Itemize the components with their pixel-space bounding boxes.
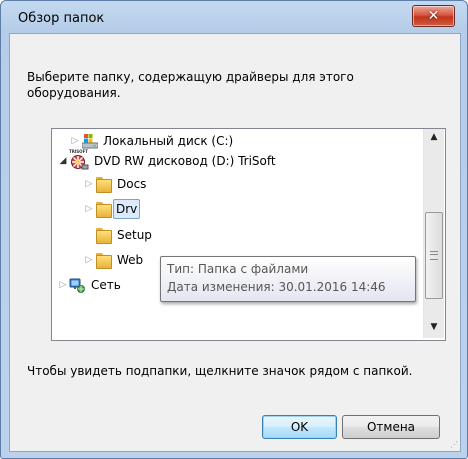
tree-item-label-selected[interactable]: Drv	[113, 199, 141, 219]
collapsed-expander-icon[interactable]: ▷	[84, 174, 94, 194]
dialog-title: Обзор папок	[18, 11, 105, 26]
cancel-button[interactable]: Отмена	[342, 415, 440, 439]
folder-tree[interactable]: ▷ Локальный диск (C:) ◢ TRISOFT DVD RW д…	[51, 128, 446, 341]
hard-drive-icon	[81, 133, 99, 149]
scroll-up-arrow-icon[interactable]: ▲	[424, 129, 444, 146]
tree-item-label[interactable]: Setup	[115, 225, 154, 245]
collapsed-expander-icon[interactable]: ▷	[84, 250, 94, 270]
tree-item-label[interactable]: Локальный диск (C:)	[101, 131, 235, 151]
tooltip-type: Тип: Папка с файлами	[167, 262, 309, 276]
tree-item-label[interactable]: Web	[115, 250, 145, 270]
folder-tooltip: Тип: Папка с файлами Дата изменения: 30.…	[160, 256, 416, 302]
scrollbar-thumb[interactable]	[425, 212, 443, 299]
grip-icon	[430, 251, 438, 260]
collapsed-expander-icon[interactable]: ▷	[70, 131, 80, 151]
folder-icon	[96, 201, 112, 217]
ok-button[interactable]: OK	[262, 415, 337, 439]
expanded-expander-icon[interactable]: ◢	[58, 151, 68, 171]
tree-item-label[interactable]: Docs	[115, 174, 148, 194]
tooltip-modified-date: Дата изменения: 30.01.2016 14:46	[167, 280, 386, 294]
title-bar[interactable]: Обзор папок ✕	[1, 1, 467, 33]
close-button[interactable]: ✕	[412, 5, 455, 27]
tree-vertical-scrollbar[interactable]: ▲ ▼	[423, 129, 444, 338]
close-icon: ✕	[427, 8, 440, 24]
folder-icon	[96, 252, 112, 268]
tree-item-label[interactable]: DVD RW дисковод (D:) TriSoft	[92, 151, 278, 171]
tree-item-label[interactable]: Сеть	[89, 275, 123, 295]
instruction-text: Выберите папку, содержащую драйверы для …	[27, 70, 354, 100]
scroll-down-arrow-icon[interactable]: ▼	[424, 319, 444, 336]
collapsed-expander-icon[interactable]: ▷	[84, 199, 94, 219]
folder-icon	[96, 176, 112, 192]
network-icon	[69, 277, 85, 293]
hint-text: Чтобы увидеть подпапки, щелкните значок …	[27, 364, 413, 378]
collapsed-expander-icon[interactable]: ▷	[58, 275, 68, 295]
folder-icon	[96, 227, 112, 243]
dvd-drive-icon: TRISOFT	[69, 149, 89, 171]
resize-grip-icon[interactable]: ⋰	[450, 440, 460, 450]
